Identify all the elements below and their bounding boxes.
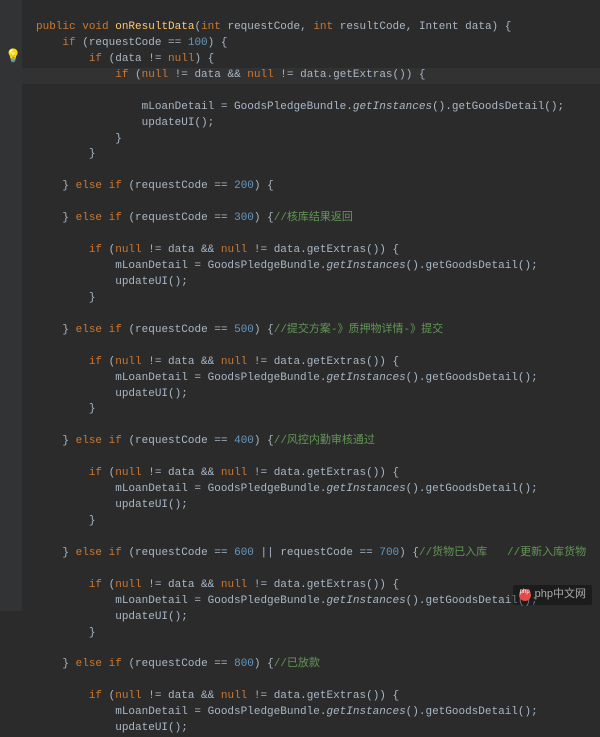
watermark: php中文网 [513,585,592,605]
code-line: if (null != data && null != data.getExtr… [36,579,399,591]
code-line [36,340,43,352]
code-line: updateUI(); [36,611,188,623]
code-line: } [36,403,95,415]
code-line: mLoanDetail = GoodsPledgeBundle.getInsta… [36,483,538,495]
code-line: } else if (requestCode == 800) {//已放款 [36,658,320,670]
watermark-text: php中文网 [535,587,586,603]
code-line: } [36,133,122,145]
code-line: } [36,148,95,160]
code-line [36,419,43,431]
code-line [36,228,43,240]
code-line: updateUI(); [36,276,188,288]
code-line: } [36,627,95,639]
code-line: } else if (requestCode == 500) {//提交方案-》… [36,324,443,336]
code-line: if (null != data && null != data.getExtr… [36,467,399,479]
code-line: if (null != data && null != data.getExtr… [36,244,399,256]
code-line: mLoanDetail = GoodsPledgeBundle.getInsta… [36,372,538,384]
code-line [36,563,43,575]
code-line: } [36,515,95,527]
code-line [36,196,43,208]
code-line [36,643,43,655]
code-line: if (null != data && null != data.getExtr… [36,356,399,368]
lightbulb-icon[interactable]: 💡 [5,48,21,67]
code-line: mLoanDetail = GoodsPledgeBundle.getInsta… [36,101,564,113]
code-line: if (requestCode == 100) { [36,37,227,49]
code-line [36,164,43,176]
code-line: } else if (requestCode == 200) { [36,180,274,192]
code-line [36,451,43,463]
code-line: } else if (requestCode == 600 || request… [36,547,586,559]
code-line: public void onResultData(int requestCode… [36,21,511,33]
code-line [36,531,43,543]
code-line [36,674,43,686]
code-line: } [36,292,95,304]
code-line: if (data != null) { [36,53,214,65]
code-line [36,308,43,320]
code-line: } else if (requestCode == 400) {//风控内勤审核… [36,435,375,447]
code-line: updateUI(); [36,722,188,734]
code-line: mLoanDetail = GoodsPledgeBundle.getInsta… [36,706,538,718]
code-line: } else if (requestCode == 300) {//核库结果返回 [36,212,353,224]
code-line: mLoanDetail = GoodsPledgeBundle.getInsta… [36,595,538,607]
code-line: if (null != data && null != data.getExtr… [36,690,399,702]
editor-gutter: 💡 [0,0,22,611]
code-line: updateUI(); [36,499,188,511]
code-line: mLoanDetail = GoodsPledgeBundle.getInsta… [36,260,538,272]
code-editor[interactable]: public void onResultData(int requestCode… [0,0,600,737]
php-logo-icon [519,589,531,601]
code-line-highlighted: if (null != data && null != data.getExtr… [0,68,600,84]
code-line: updateUI(); [36,388,188,400]
code-line: updateUI(); [36,117,214,129]
